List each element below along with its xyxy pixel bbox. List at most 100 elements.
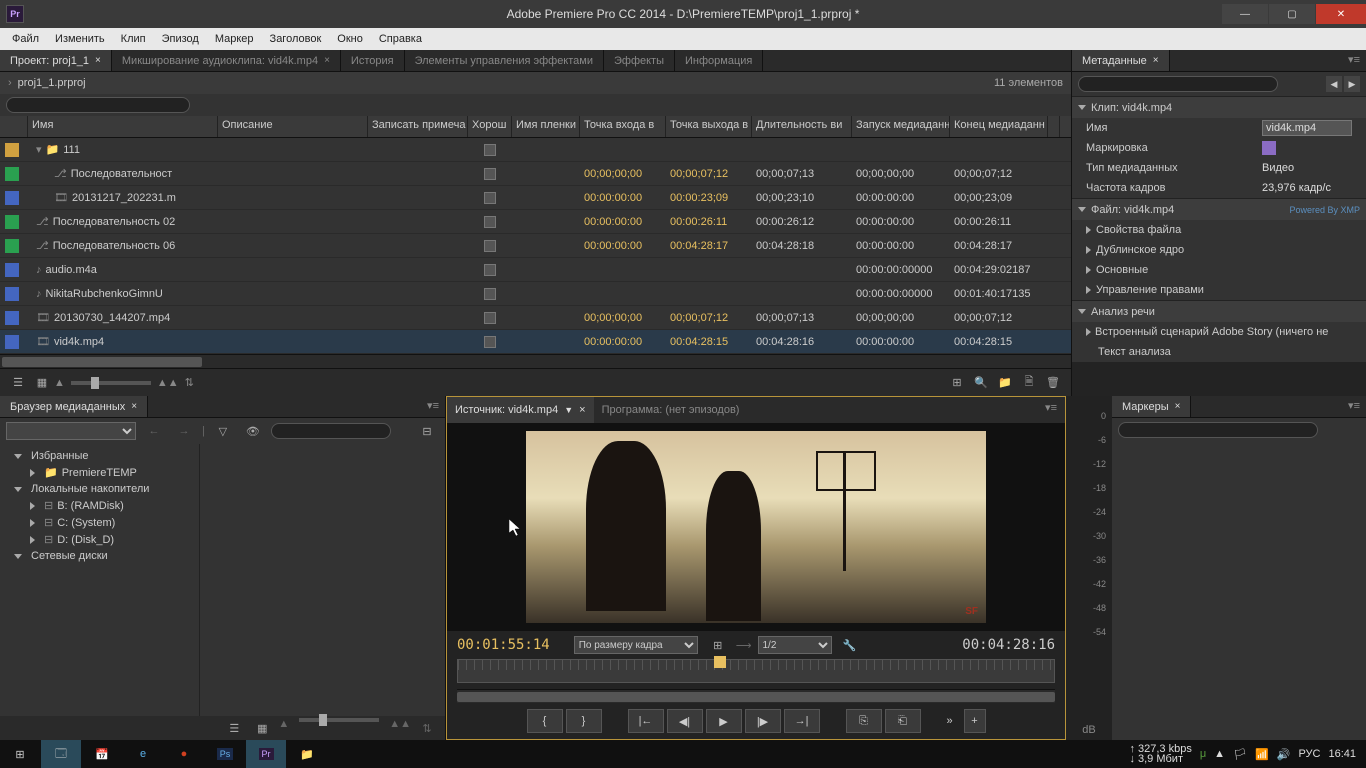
- column-header[interactable]: Описание: [218, 116, 368, 137]
- timeline-zoom-scroll[interactable]: [457, 689, 1055, 703]
- taskbar-app-1[interactable]: 🗔: [41, 740, 81, 768]
- metadata-section[interactable]: Основные: [1072, 260, 1366, 280]
- column-header[interactable]: Точка входа в: [580, 116, 666, 137]
- good-checkbox[interactable]: [484, 144, 496, 156]
- good-checkbox[interactable]: [484, 192, 496, 204]
- column-header[interactable]: Точка выхода в: [666, 116, 752, 137]
- column-header[interactable]: Конец медиаданн: [950, 116, 1048, 137]
- panel-menu-icon[interactable]: ▾≡: [1342, 50, 1366, 71]
- overwrite-button[interactable]: ⎗: [885, 709, 921, 733]
- new-item-button[interactable]: 🗎: [1019, 373, 1039, 393]
- taskbar-app-4[interactable]: ●: [164, 740, 204, 768]
- tray-icon[interactable]: ▲: [1214, 748, 1225, 760]
- tray-flag-icon[interactable]: 🏳: [1233, 748, 1247, 761]
- project-row[interactable]: 🎞20130730_144207.mp400;00;00;0000;00;07;…: [0, 306, 1071, 330]
- tab-история[interactable]: История: [341, 50, 405, 71]
- taskbar-ps[interactable]: Ps: [205, 740, 245, 768]
- tray-clock[interactable]: 16:41: [1328, 748, 1356, 760]
- metadata-search-input[interactable]: [1078, 76, 1278, 92]
- filter-icon[interactable]: ▽: [213, 421, 233, 441]
- column-header[interactable]: Длительность ви: [752, 116, 852, 137]
- name-input[interactable]: [1262, 120, 1352, 136]
- maximize-button[interactable]: ▢: [1269, 4, 1315, 24]
- go-to-in-button[interactable]: |←: [628, 709, 664, 733]
- menu-окно[interactable]: Окно: [329, 31, 371, 47]
- automate-button[interactable]: ⊞: [947, 373, 967, 393]
- eye-icon[interactable]: 👁: [243, 421, 263, 441]
- project-row[interactable]: 🎞20131217_202231.m00:00:00:0000:00:23;09…: [0, 186, 1071, 210]
- tab-микширование-аудиоклипа[interactable]: Микширование аудиоклипа: vid4k.mp4×: [112, 50, 341, 71]
- column-header[interactable]: Записать примеча: [368, 116, 468, 137]
- list-view-button[interactable]: ☰: [224, 718, 244, 738]
- project-row[interactable]: ▾📁111: [0, 138, 1071, 162]
- good-checkbox[interactable]: [484, 264, 496, 276]
- mark-out-button[interactable]: }: [566, 709, 602, 733]
- metadata-section[interactable]: Дублинское ядро: [1072, 240, 1366, 260]
- markers-search-input[interactable]: [1118, 422, 1318, 438]
- taskbar-ie[interactable]: e: [123, 740, 163, 768]
- tree-item[interactable]: ⊟ B: (RAMDisk): [0, 497, 199, 514]
- menu-эпизод[interactable]: Эпизод: [154, 31, 207, 47]
- sort-icon[interactable]: ⇅: [417, 718, 437, 738]
- trash-button[interactable]: 🗑: [1043, 373, 1063, 393]
- tab-информация[interactable]: Информация: [675, 50, 763, 71]
- new-bin-button[interactable]: 📁: [995, 373, 1015, 393]
- step-back-button[interactable]: ◀|: [667, 709, 703, 733]
- column-header[interactable]: Хорош: [468, 116, 512, 137]
- go-to-out-button[interactable]: →|: [784, 709, 820, 733]
- mark-in-button[interactable]: {: [527, 709, 563, 733]
- tree-group[interactable]: Локальные накопители: [0, 481, 199, 497]
- project-row[interactable]: ⎇Последовательност00;00;00;0000;00;07;12…: [0, 162, 1071, 186]
- filter-dropdown[interactable]: [6, 422, 136, 440]
- column-header[interactable]: Имя: [28, 116, 218, 137]
- prev-button[interactable]: ◀: [1326, 76, 1342, 92]
- thumbnail-slider[interactable]: [71, 381, 151, 385]
- menu-заголовок[interactable]: Заголовок: [262, 31, 330, 47]
- insert-button[interactable]: ⎘: [846, 709, 882, 733]
- menu-изменить[interactable]: Изменить: [47, 31, 113, 47]
- good-checkbox[interactable]: [484, 168, 496, 180]
- speech-section-header[interactable]: Анализ речи: [1072, 300, 1366, 322]
- zoom-dropdown[interactable]: По размеру кадра: [574, 636, 698, 654]
- tab-markers[interactable]: Маркеры×: [1112, 396, 1191, 417]
- column-header[interactable]: Запуск медиаданн: [852, 116, 950, 137]
- tree-group[interactable]: Избранные: [0, 448, 199, 464]
- good-checkbox[interactable]: [484, 288, 496, 300]
- resolution-dropdown[interactable]: 1/2: [758, 636, 832, 654]
- source-timeline[interactable]: [447, 659, 1065, 689]
- taskbar-pr[interactable]: Pr: [246, 740, 286, 768]
- column-header[interactable]: Имя пленки: [512, 116, 580, 137]
- thumb-view-button[interactable]: ▦: [252, 718, 272, 738]
- good-checkbox[interactable]: [484, 336, 496, 348]
- wrench-icon[interactable]: 🔧: [840, 635, 860, 655]
- add-button[interactable]: +: [964, 709, 986, 733]
- close-button[interactable]: ✕: [1316, 4, 1366, 24]
- ingest-button[interactable]: ⊟: [417, 421, 437, 441]
- step-forward-button[interactable]: |▶: [745, 709, 781, 733]
- find-button[interactable]: 🔍: [971, 373, 991, 393]
- tray-icon[interactable]: μ: [1200, 748, 1206, 760]
- column-header[interactable]: [1048, 116, 1060, 137]
- tray-volume-icon[interactable]: 🔊: [1277, 748, 1291, 761]
- list-view-button[interactable]: ☰: [8, 373, 28, 393]
- good-checkbox[interactable]: [484, 240, 496, 252]
- icon-view-button[interactable]: ▦: [32, 373, 52, 393]
- back-button[interactable]: ←: [144, 421, 164, 441]
- taskbar-explorer[interactable]: 📁: [287, 740, 327, 768]
- playhead-icon[interactable]: [714, 656, 726, 668]
- forward-button[interactable]: →: [174, 421, 194, 441]
- next-button[interactable]: ▶: [1344, 76, 1360, 92]
- panel-menu-icon[interactable]: ▾≡: [421, 396, 445, 417]
- project-row[interactable]: ♪NikitaRubchenkoGimnU00:00:00:0000000:01…: [0, 282, 1071, 306]
- tree-item[interactable]: ⊟ D: (Disk_D): [0, 531, 199, 548]
- clip-section-header[interactable]: Клип: vid4k.mp4: [1072, 96, 1366, 118]
- settings-icon[interactable]: ⊞: [708, 635, 728, 655]
- column-header[interactable]: [0, 116, 28, 137]
- browser-thumb-slider[interactable]: [299, 718, 379, 722]
- start-button[interactable]: ⊞: [0, 740, 40, 768]
- play-button[interactable]: ▶: [706, 709, 742, 733]
- tab-metadata[interactable]: Метаданные×: [1072, 50, 1170, 71]
- panel-menu-icon[interactable]: ▾≡: [1037, 397, 1065, 423]
- label-swatch[interactable]: [1262, 141, 1276, 155]
- metadata-section[interactable]: Свойства файла: [1072, 220, 1366, 240]
